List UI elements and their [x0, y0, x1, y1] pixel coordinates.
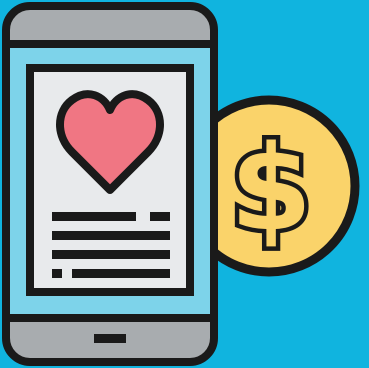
text-line-3 — [52, 250, 170, 259]
home-button — [94, 334, 126, 343]
text-line-4a — [52, 269, 62, 278]
text-line-1b — [150, 212, 170, 221]
smartphone-icon — [2, 2, 218, 366]
mobile-donation-illustration: $ — [0, 0, 369, 368]
text-line-4b — [72, 269, 170, 278]
text-line-1a — [52, 212, 136, 221]
text-line-2 — [52, 231, 170, 240]
dollar-sign: $ — [230, 119, 312, 257]
